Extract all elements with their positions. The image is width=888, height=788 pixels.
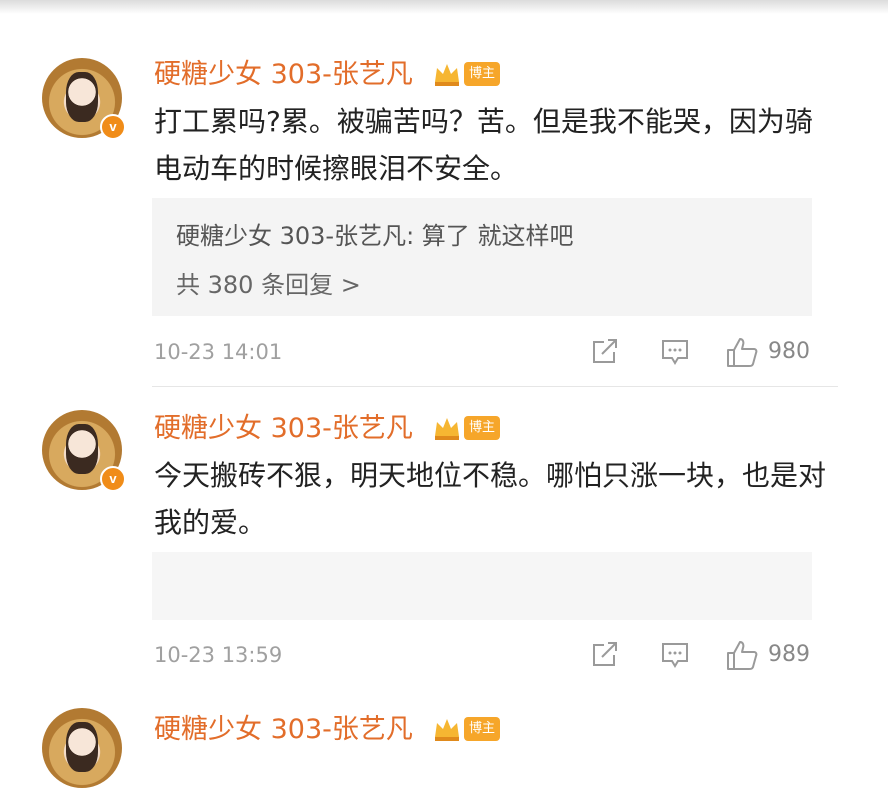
- timestamp: 10-23 13:59: [154, 643, 283, 667]
- crown-icon: [435, 418, 459, 440]
- author-tag: 博主: [464, 416, 500, 440]
- top-shadow: [0, 0, 888, 14]
- reply-count-link[interactable]: 共 380 条回复 >: [176, 265, 361, 300]
- comment-icon[interactable]: [660, 641, 690, 669]
- avatar[interactable]: v: [42, 410, 126, 492]
- author-tag: 博主: [464, 62, 500, 86]
- avatar[interactable]: v: [42, 58, 126, 140]
- comment-icon[interactable]: [660, 338, 690, 366]
- username[interactable]: 硬糖少女 303-张艺凡: [154, 52, 413, 91]
- share-icon[interactable]: [590, 338, 620, 366]
- avatar-photo: [66, 722, 98, 772]
- like-count: 980: [768, 339, 810, 364]
- divider: [152, 386, 838, 387]
- username[interactable]: 硬糖少女 303-张艺凡: [154, 707, 413, 746]
- comment-text: 今天搬砖不狠，明天地位不稳。哪怕只涨一块，也是对我的爱。: [154, 459, 827, 539]
- verified-badge-icon: v: [100, 466, 126, 492]
- author-tag: 博主: [464, 717, 500, 741]
- like-icon[interactable]: [725, 336, 759, 368]
- reply-preview-box: [152, 552, 812, 620]
- reply-preview-box[interactable]: 硬糖少女 303-张艺凡: 算了 就这样吧 共 380 条回复 >: [152, 198, 812, 316]
- verified-badge-icon: v: [100, 114, 126, 140]
- avatar[interactable]: [42, 708, 122, 788]
- share-icon[interactable]: [590, 641, 620, 669]
- avatar-photo: [66, 72, 98, 122]
- avatar-photo: [66, 424, 98, 474]
- crown-icon: [435, 64, 459, 86]
- like-icon[interactable]: [725, 639, 759, 671]
- like-count: 989: [768, 642, 810, 667]
- username[interactable]: 硬糖少女 303-张艺凡: [154, 406, 413, 445]
- crown-icon: [435, 719, 459, 741]
- reply-preview-text: 硬糖少女 303-张艺凡: 算了 就这样吧: [176, 222, 574, 250]
- comment-text: 打工累吗?累。被骗苦吗？苦。但是我不能哭，因为骑电动车的时候擦眼泪不安全。: [154, 105, 813, 185]
- timestamp: 10-23 14:01: [154, 340, 283, 364]
